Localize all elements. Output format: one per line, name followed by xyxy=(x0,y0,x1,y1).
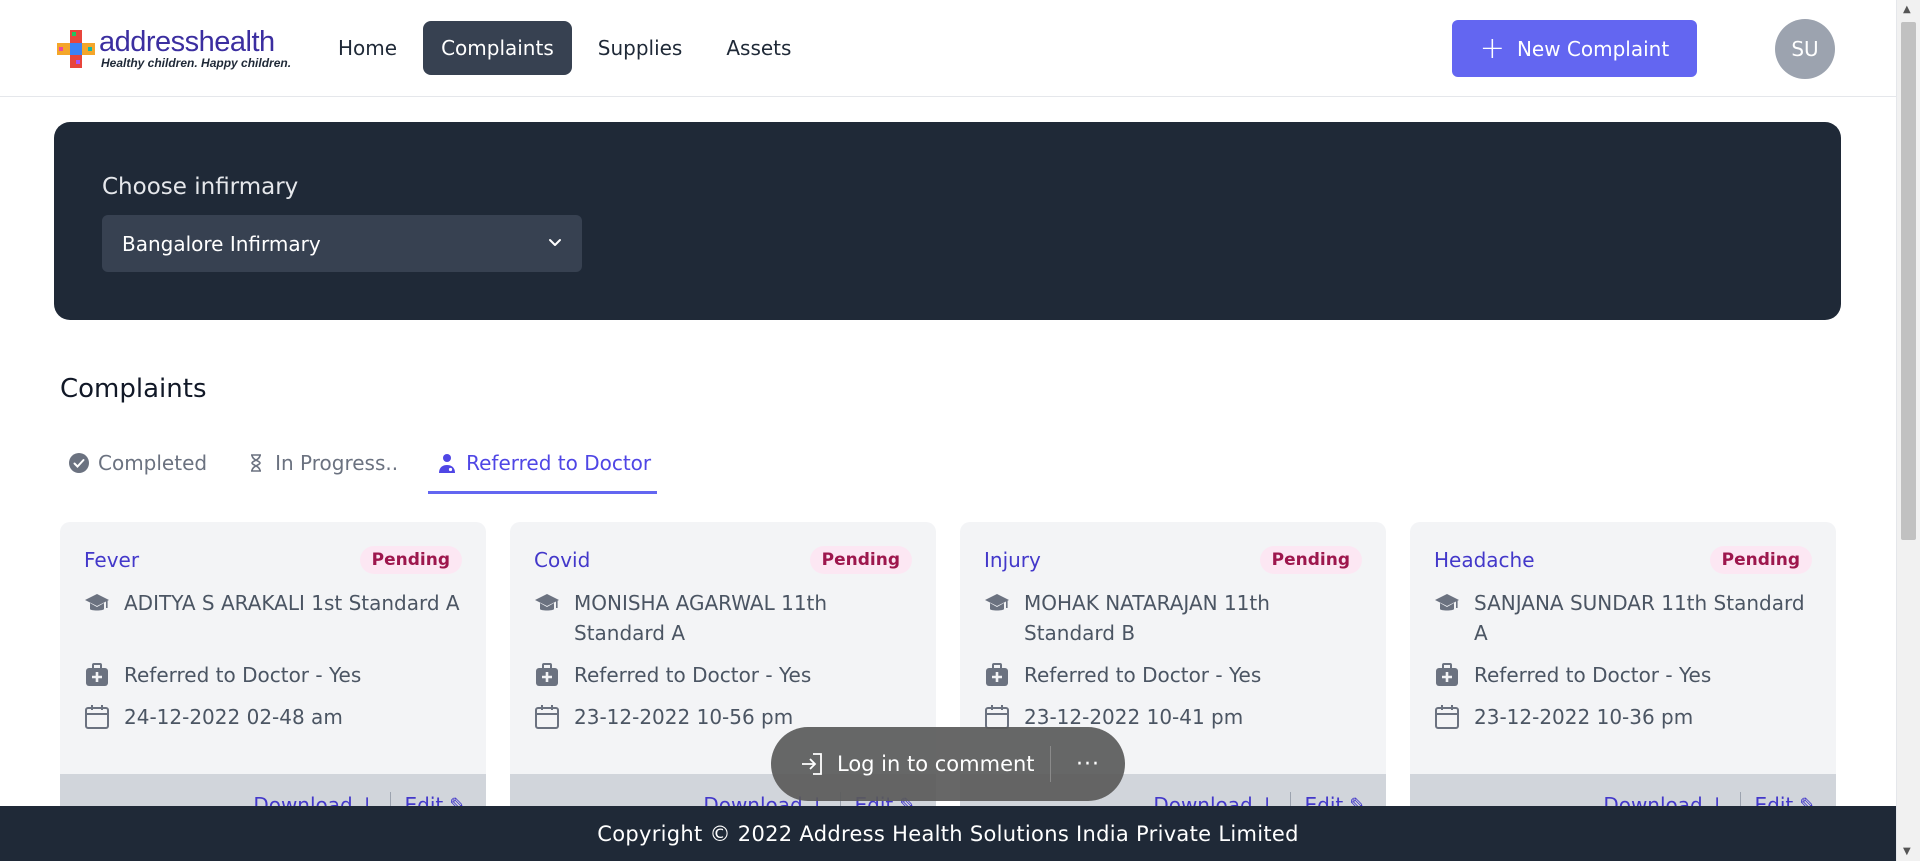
referral-info: Referred to Doctor - Yes xyxy=(574,663,812,687)
top-navbar: addresshealth Healthy children. Happy ch… xyxy=(0,0,1896,97)
new-complaint-button[interactable]: + New Complaint xyxy=(1452,20,1697,77)
calendar-icon xyxy=(85,705,109,729)
referral-info: Referred to Doctor - Yes xyxy=(124,663,362,687)
more-options-icon[interactable]: ··· xyxy=(1051,752,1125,777)
nav-assets[interactable]: Assets xyxy=(708,21,809,75)
login-icon xyxy=(802,753,822,775)
main-nav: Home Complaints Supplies Assets xyxy=(320,21,809,75)
doctor-icon xyxy=(439,453,456,473)
complaint-title-link[interactable]: Injury xyxy=(984,548,1041,572)
user-avatar[interactable]: SU xyxy=(1775,19,1835,79)
infirmary-panel: Choose infirmary Bangalore Infirmary xyxy=(54,122,1841,320)
nav-complaints[interactable]: Complaints xyxy=(423,21,572,75)
complaint-title-link[interactable]: Fever xyxy=(84,548,139,572)
logo-wordmark: addresshealth xyxy=(99,26,275,58)
page-scrollbar[interactable]: ▲ ▼ xyxy=(1896,0,1920,861)
page-footer: Copyright © 2022 Address Health Solution… xyxy=(0,806,1896,861)
scrollbar-thumb[interactable] xyxy=(1901,22,1916,540)
graduation-cap-icon xyxy=(85,594,109,611)
complaint-date: 23-12-2022 10-56 pm xyxy=(574,705,794,729)
medical-kit-icon xyxy=(1436,663,1458,686)
complaints-heading: Complaints xyxy=(60,374,207,404)
date-row: 24-12-2022 02-48 am xyxy=(84,702,464,732)
student-row: MONISHA AGARWAL 11th Standard A xyxy=(534,588,914,648)
plus-icon: + xyxy=(1479,30,1505,66)
logo-tagline: Healthy children. Happy children. xyxy=(101,56,292,70)
infirmary-label: Choose infirmary xyxy=(102,174,299,200)
calendar-icon xyxy=(1435,705,1459,729)
hourglass-icon xyxy=(251,453,262,472)
student-row: MOHAK NATARAJAN 11th Standard B xyxy=(984,588,1364,648)
referral-row: Referred to Doctor - Yes xyxy=(84,660,464,690)
brand-logo[interactable]: addresshealth Healthy children. Happy ch… xyxy=(55,24,291,72)
medical-kit-icon xyxy=(86,663,108,686)
student-info: MONISHA AGARWAL 11th Standard A xyxy=(574,591,828,645)
status-badge: Pending xyxy=(809,546,912,574)
referral-row: Referred to Doctor - Yes xyxy=(534,660,914,690)
complaint-title-link[interactable]: Headache xyxy=(1434,548,1535,572)
status-badge: Pending xyxy=(1709,546,1812,574)
referral-info: Referred to Doctor - Yes xyxy=(1024,663,1262,687)
complaint-title-link[interactable]: Covid xyxy=(534,548,590,572)
tab-in-progress-label: In Progress.. xyxy=(275,450,399,475)
graduation-cap-icon xyxy=(985,594,1009,611)
complaint-date: 23-12-2022 10-36 pm xyxy=(1474,705,1694,729)
scroll-down-arrow-icon[interactable]: ▼ xyxy=(1903,846,1911,857)
complaints-tabs: Completed In Progress.. Referred to Doct… xyxy=(60,434,679,494)
complaint-card: Fever Pending ADITYA S ARAKALI 1st Stand… xyxy=(60,522,486,822)
referral-row: Referred to Doctor - Yes xyxy=(984,660,1364,690)
calendar-icon xyxy=(535,705,559,729)
comment-toast: Log in to comment ··· xyxy=(771,727,1125,801)
complaint-date: 24-12-2022 02-48 am xyxy=(124,705,343,729)
login-to-comment-button[interactable]: Log in to comment xyxy=(771,751,1050,777)
scroll-up-arrow-icon[interactable]: ▲ xyxy=(1903,4,1911,15)
graduation-cap-icon xyxy=(1435,594,1459,611)
infirmary-select[interactable]: Bangalore Infirmary xyxy=(102,215,582,272)
student-info: MOHAK NATARAJAN 11th Standard B xyxy=(1024,591,1270,645)
referral-row: Referred to Doctor - Yes xyxy=(1434,660,1814,690)
complaint-card: Headache Pending SANJANA SUNDAR 11th Sta… xyxy=(1410,522,1836,822)
status-badge: Pending xyxy=(359,546,462,574)
graduation-cap-icon xyxy=(535,594,559,611)
medical-kit-icon xyxy=(986,663,1008,686)
tab-completed[interactable]: Completed xyxy=(60,434,215,494)
student-row: ADITYA S ARAKALI 1st Standard A xyxy=(84,588,464,618)
check-circle-icon xyxy=(69,452,89,473)
medical-kit-icon xyxy=(536,663,558,686)
student-row: SANJANA SUNDAR 11th Standard A xyxy=(1434,588,1814,648)
nav-home[interactable]: Home xyxy=(320,21,415,75)
logo-cross-icon xyxy=(57,30,95,68)
login-to-comment-label: Log in to comment xyxy=(837,752,1035,776)
status-badge: Pending xyxy=(1259,546,1362,574)
referral-info: Referred to Doctor - Yes xyxy=(1474,663,1712,687)
infirmary-selected-value: Bangalore Infirmary xyxy=(122,231,321,256)
student-info: ADITYA S ARAKALI 1st Standard A xyxy=(124,591,460,615)
date-row: 23-12-2022 10-36 pm xyxy=(1434,702,1814,732)
tab-in-progress[interactable]: In Progress.. xyxy=(237,434,406,494)
tab-referred-label: Referred to Doctor xyxy=(466,450,652,475)
new-complaint-label: New Complaint xyxy=(1516,36,1670,61)
student-info: SANJANA SUNDAR 11th Standard A xyxy=(1474,591,1805,645)
tab-referred-to-doctor[interactable]: Referred to Doctor xyxy=(428,434,658,494)
nav-supplies[interactable]: Supplies xyxy=(580,21,701,75)
tab-completed-label: Completed xyxy=(98,450,208,475)
chevron-down-icon xyxy=(549,239,561,246)
copyright-text: Copyright © 2022 Address Health Solution… xyxy=(597,821,1299,846)
